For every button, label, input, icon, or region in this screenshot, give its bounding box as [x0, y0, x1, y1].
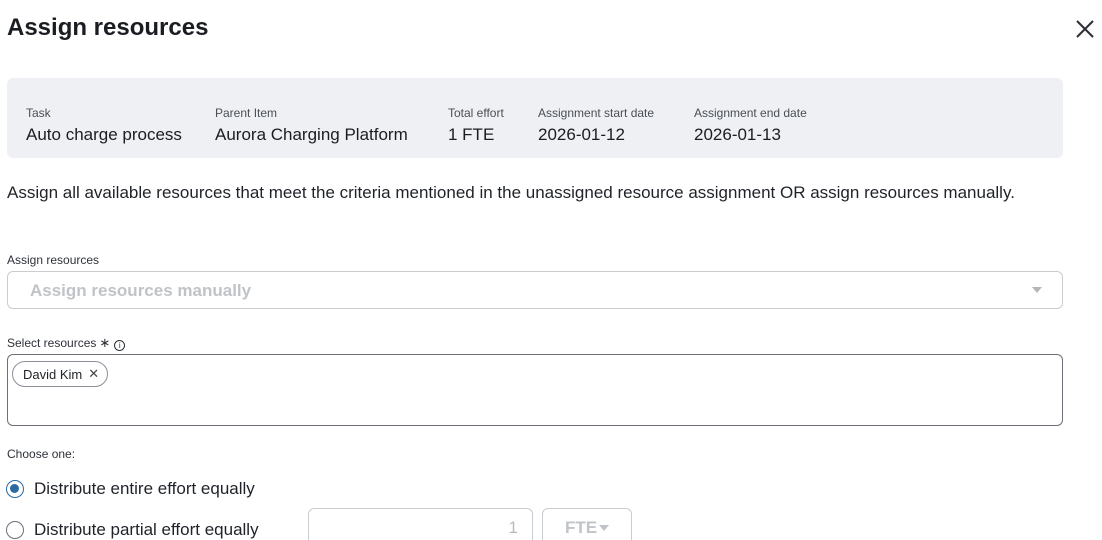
total-effort-label: Total effort — [448, 106, 504, 120]
parent-item-label: Parent Item — [215, 106, 278, 120]
start-date-label: Assignment start date — [538, 106, 655, 120]
caret-down-icon — [599, 525, 609, 531]
task-value: Auto charge process — [26, 125, 182, 144]
end-date-info: Assignment end date 2026-01-13 — [694, 106, 807, 145]
assign-resources-label: Assign resources — [7, 253, 100, 267]
effort-unit-value: FTE — [565, 518, 598, 537]
total-effort-info: Total effort 1 FTE — [448, 106, 504, 145]
task-info-panel: Task Auto charge process Parent Item Aur… — [7, 78, 1063, 158]
distribute-partial-radio[interactable] — [6, 521, 24, 539]
description-text: Assign all available resources that meet… — [7, 183, 1015, 202]
parent-item-value: Aurora Charging Platform — [215, 125, 408, 144]
effort-unit-select[interactable]: FTE — [542, 508, 632, 540]
end-date-value: 2026-01-13 — [694, 125, 781, 144]
task-label: Task — [26, 106, 51, 120]
caret-down-icon — [1032, 287, 1042, 293]
select-resources-label-row: Select resources ∗ i — [7, 335, 126, 351]
resource-chip-label: David Kim — [23, 366, 83, 382]
task-info: Task Auto charge process — [26, 106, 182, 145]
total-effort-value: 1 FTE — [448, 125, 495, 144]
partial-effort-input[interactable]: 1 — [308, 508, 533, 540]
assign-resources-value: Assign resources manually — [30, 281, 252, 300]
start-date-value: 2026-01-12 — [538, 125, 625, 144]
distribute-entire-option[interactable]: Distribute entire effort equally — [6, 479, 255, 499]
assign-resources-select[interactable]: Assign resources manually — [7, 271, 1063, 309]
distribute-partial-option[interactable]: Distribute partial effort equally — [6, 520, 259, 540]
chip-remove-icon[interactable]: ✕ — [88, 366, 99, 382]
partial-effort-value: 1 — [508, 518, 518, 537]
distribute-entire-radio[interactable] — [6, 480, 24, 498]
choose-one-label: Choose one: — [7, 447, 76, 461]
distribute-entire-label[interactable]: Distribute entire effort equally — [34, 479, 255, 499]
resource-chip: David Kim ✕ — [12, 361, 109, 387]
distribute-partial-label[interactable]: Distribute partial effort equally — [34, 520, 259, 540]
dialog-title: Assign resources — [7, 14, 209, 41]
close-button[interactable] — [1074, 18, 1096, 40]
info-icon[interactable]: i — [114, 340, 126, 351]
select-resources-label: Select resources — [7, 336, 97, 350]
close-icon — [1076, 20, 1094, 38]
start-date-info: Assignment start date 2026-01-12 — [538, 106, 654, 145]
select-resources-input[interactable]: David Kim ✕ — [7, 354, 1063, 426]
end-date-label: Assignment end date — [694, 106, 807, 120]
parent-item-info: Parent Item Aurora Charging Platform — [215, 106, 408, 145]
required-asterisk-icon: ∗ — [99, 335, 111, 350]
